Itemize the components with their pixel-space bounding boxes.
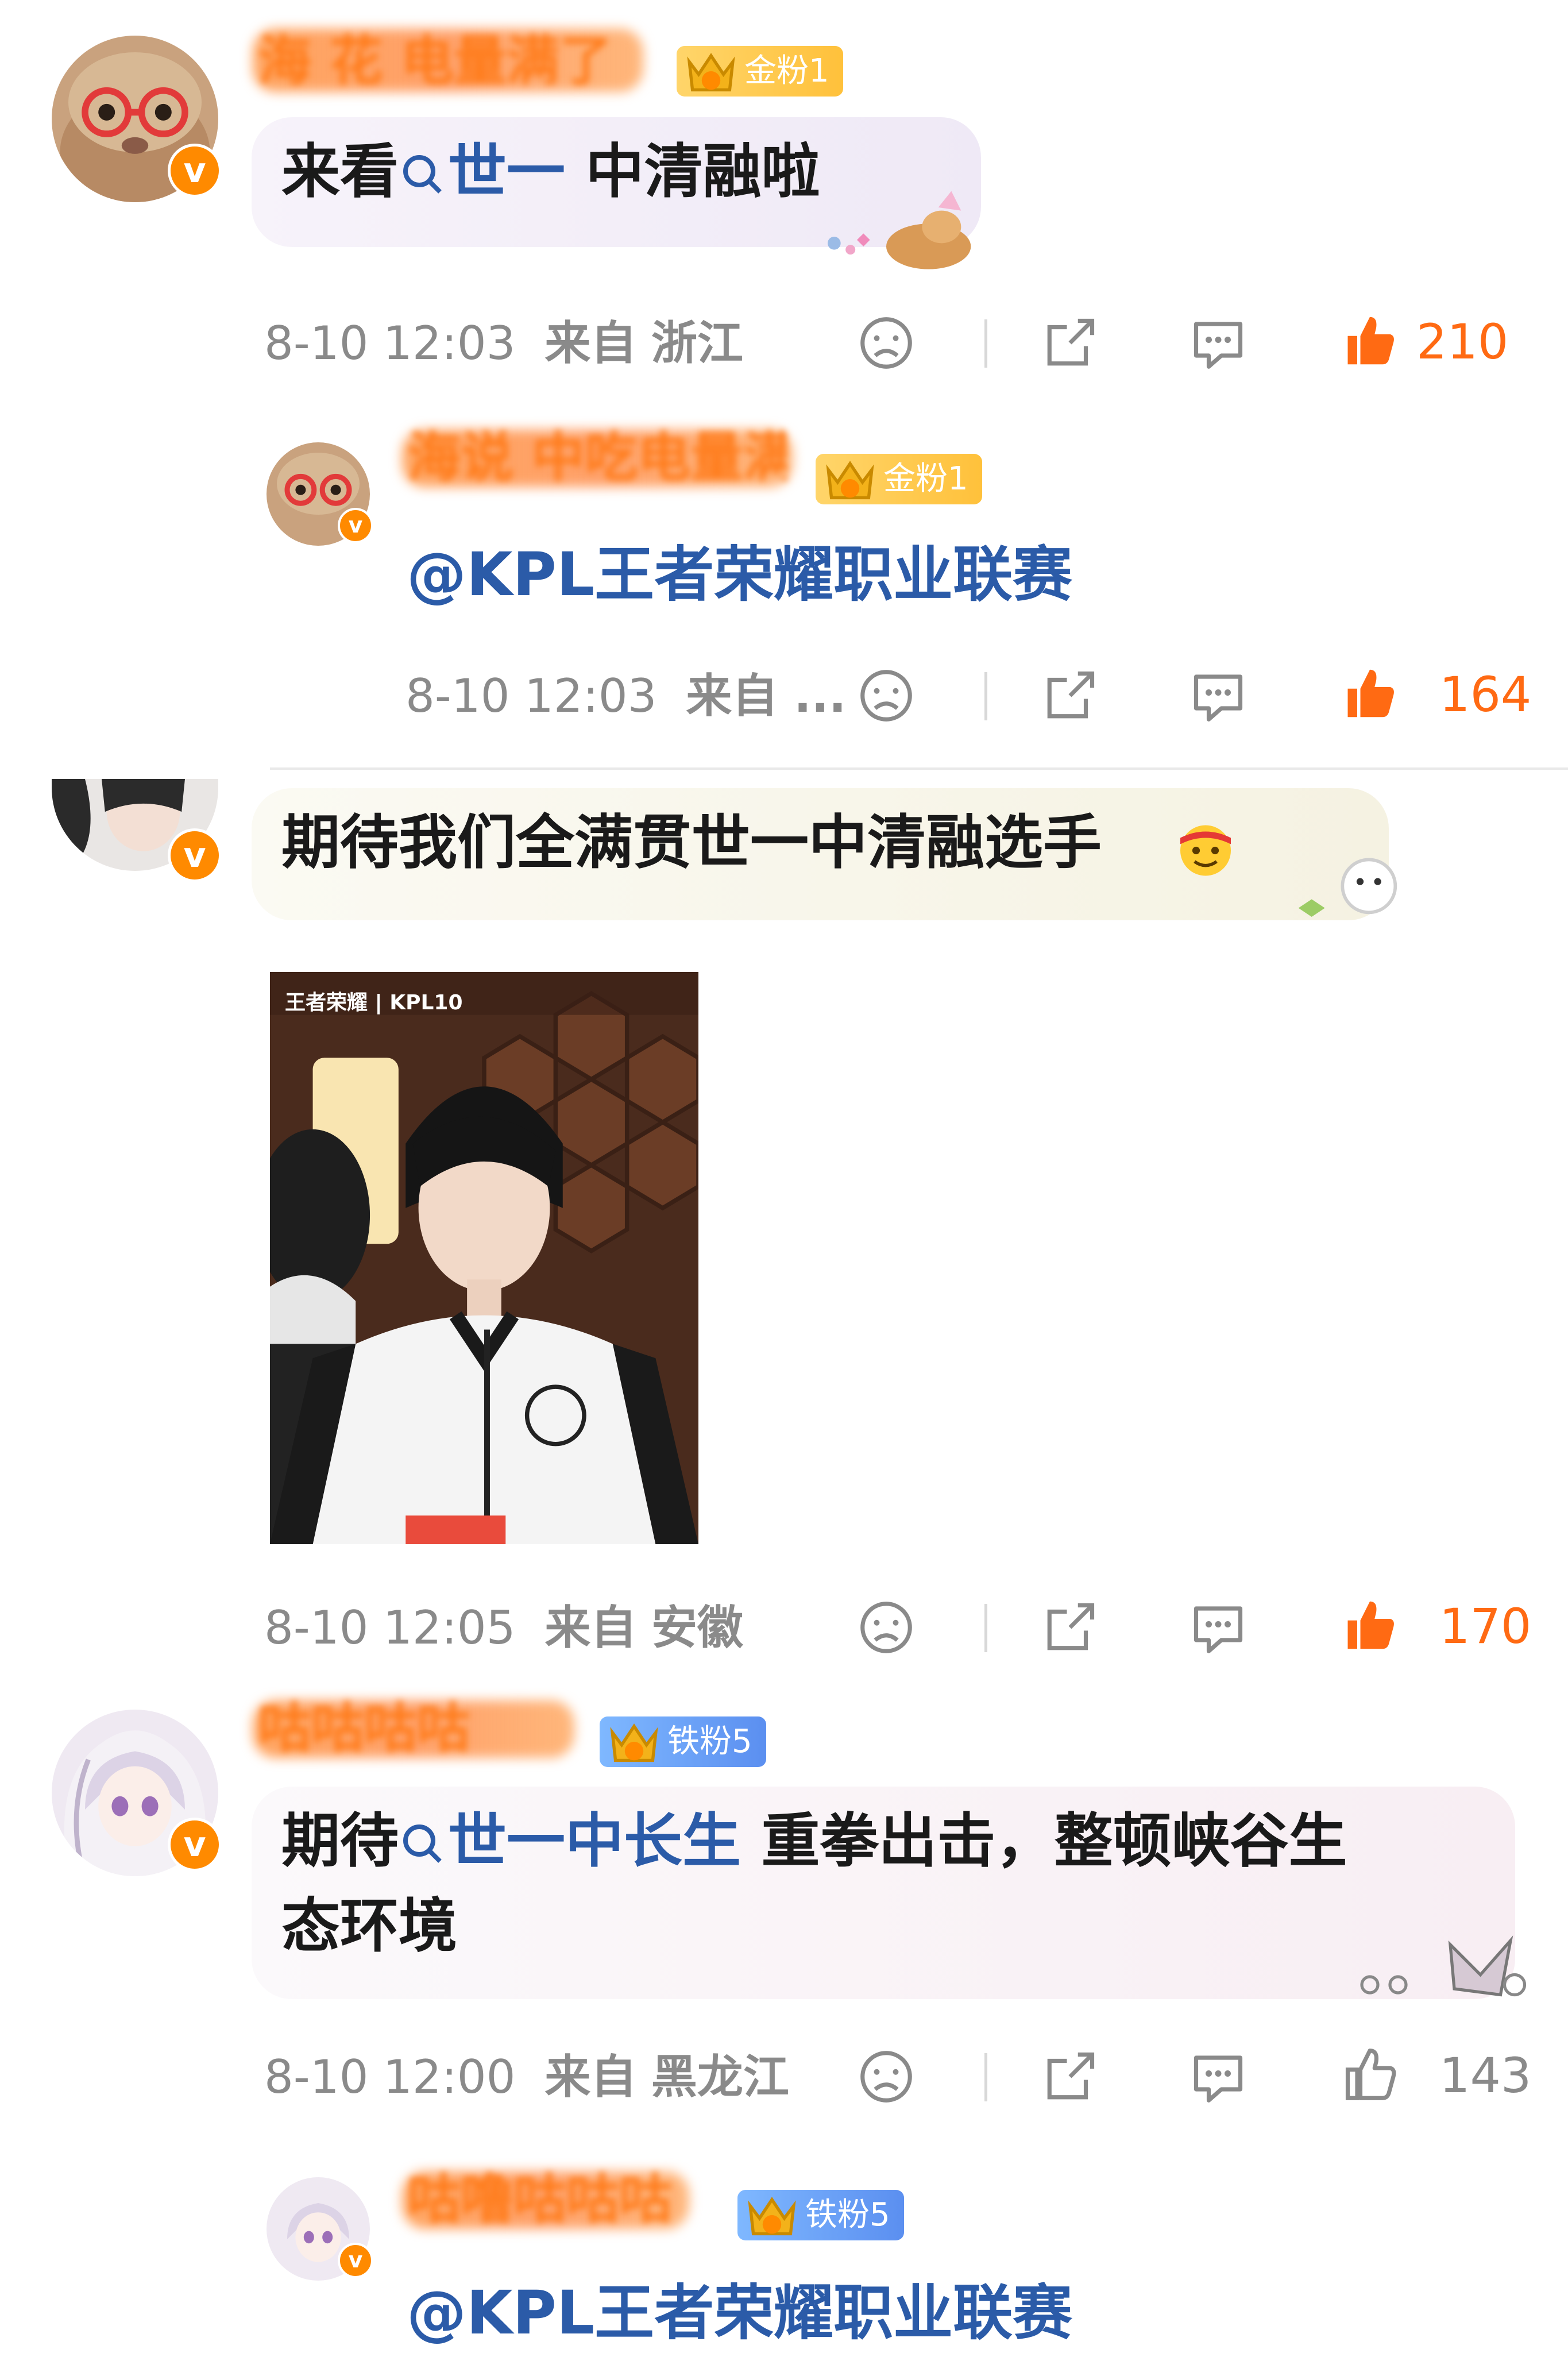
fan-badge-label: 铁粉5 xyxy=(667,1723,752,1760)
like-count: 164 xyxy=(1439,666,1532,723)
location: 安徽 xyxy=(651,1601,743,1654)
topic-link[interactable]: 世一中长生 xyxy=(448,1807,741,1876)
search-icon xyxy=(403,1824,442,1863)
share-icon[interactable] xyxy=(1038,664,1102,727)
divider xyxy=(984,1604,987,1652)
like-count: 143 xyxy=(1439,2047,1532,2104)
photo-watermark: 王者荣耀 | KPL10 xyxy=(285,991,463,1015)
comment-meta: 8-10 12:05 来自 安徽 xyxy=(264,1599,743,1657)
verified-icon: v xyxy=(168,144,222,198)
avatar[interactable]: v xyxy=(52,36,222,202)
comment-meta: 8-10 12:03 来自 浙江 xyxy=(264,315,743,372)
from-label: 来自 xyxy=(544,1601,637,1654)
location: 黑龙江 xyxy=(651,2050,789,2104)
avatar[interactable]: v xyxy=(267,442,373,546)
timestamp: 8-10 12:00 xyxy=(264,2050,516,2104)
verified-icon: v xyxy=(338,508,373,543)
share-icon[interactable] xyxy=(1038,1596,1102,1659)
username[interactable]: 咕噜咕咕咕 xyxy=(408,2168,683,2231)
fan-badge[interactable]: 铁粉5 xyxy=(600,1716,766,1767)
verified-icon: v xyxy=(338,2243,373,2278)
avatar[interactable]: v xyxy=(267,2177,373,2281)
like-count: 210 xyxy=(1416,314,1509,370)
comment-meta: 8-10 12:00 来自 黑龙江 xyxy=(264,2049,789,2106)
comment-meta: 8-10 12:03 来自 ... xyxy=(405,668,846,725)
crown-icon xyxy=(687,53,735,92)
like-icon[interactable] xyxy=(1338,1594,1401,1657)
divider xyxy=(984,672,987,720)
bubble-sticker xyxy=(1360,1935,1527,1997)
comment-icon[interactable] xyxy=(1187,1596,1250,1659)
dislike-icon[interactable] xyxy=(855,2045,918,2108)
comment-icon[interactable] xyxy=(1187,311,1250,375)
fan-badge-label: 金粉1 xyxy=(744,52,829,90)
from-label: 来自 xyxy=(544,317,637,370)
avatar[interactable]: v xyxy=(52,779,222,882)
comment-photo[interactable]: 王者荣耀 | KPL10 xyxy=(270,972,698,1544)
mention-link[interactable]: @KPL王者荣耀职业联赛 xyxy=(407,534,1072,615)
fan-badge[interactable]: 金粉1 xyxy=(816,454,982,504)
divider xyxy=(984,2053,987,2101)
like-icon[interactable] xyxy=(1338,309,1401,372)
crown-icon xyxy=(610,1723,658,1762)
dislike-icon[interactable] xyxy=(855,1596,918,1659)
emoji-icon xyxy=(1180,825,1231,876)
mention-link[interactable]: @KPL王者荣耀职业联赛 xyxy=(407,2273,1072,2353)
username[interactable]: 海说 中吃电量满了 xyxy=(408,426,787,489)
dislike-icon[interactable] xyxy=(855,311,918,375)
divider xyxy=(984,319,987,368)
timestamp: 8-10 12:03 xyxy=(264,317,516,370)
share-icon[interactable] xyxy=(1038,311,1102,375)
timestamp: 8-10 12:03 xyxy=(405,669,657,723)
crown-icon xyxy=(826,461,874,500)
like-icon[interactable] xyxy=(1338,2043,1401,2106)
username[interactable]: 海 花 电量满了 xyxy=(258,30,638,93)
crown-icon xyxy=(748,2197,796,2236)
avatar[interactable]: v xyxy=(52,1710,222,1876)
timestamp: 8-10 12:05 xyxy=(264,1601,516,1654)
bubble-sticker xyxy=(1298,858,1397,917)
comment-icon[interactable] xyxy=(1187,664,1250,727)
from-label: 来自 ... xyxy=(686,669,847,723)
comment-icon[interactable] xyxy=(1187,2045,1250,2108)
dislike-icon[interactable] xyxy=(855,664,918,727)
like-icon[interactable] xyxy=(1338,662,1401,725)
search-icon xyxy=(403,155,442,194)
fan-badge-label: 铁粉5 xyxy=(805,2196,890,2234)
like-count: 170 xyxy=(1439,1598,1532,1654)
fan-badge-label: 金粉1 xyxy=(883,460,968,497)
share-icon[interactable] xyxy=(1038,2045,1102,2108)
from-label: 来自 xyxy=(544,2050,637,2104)
topic-link[interactable]: 世一 xyxy=(448,138,565,206)
bubble-sticker xyxy=(828,191,971,269)
location: 浙江 xyxy=(651,317,743,370)
divider xyxy=(270,767,1568,770)
fan-badge[interactable]: 金粉1 xyxy=(677,46,843,97)
fan-badge[interactable]: 铁粉5 xyxy=(737,2190,904,2240)
username[interactable]: 咕咕咕咕 xyxy=(258,1697,569,1760)
verified-icon: v xyxy=(168,1818,222,1872)
player-photo xyxy=(270,972,698,1544)
comment-text: 期待 世一中长生 重拳出击，整顿峡谷生 态环境 xyxy=(252,1787,1515,1999)
verified-icon: v xyxy=(168,828,222,882)
